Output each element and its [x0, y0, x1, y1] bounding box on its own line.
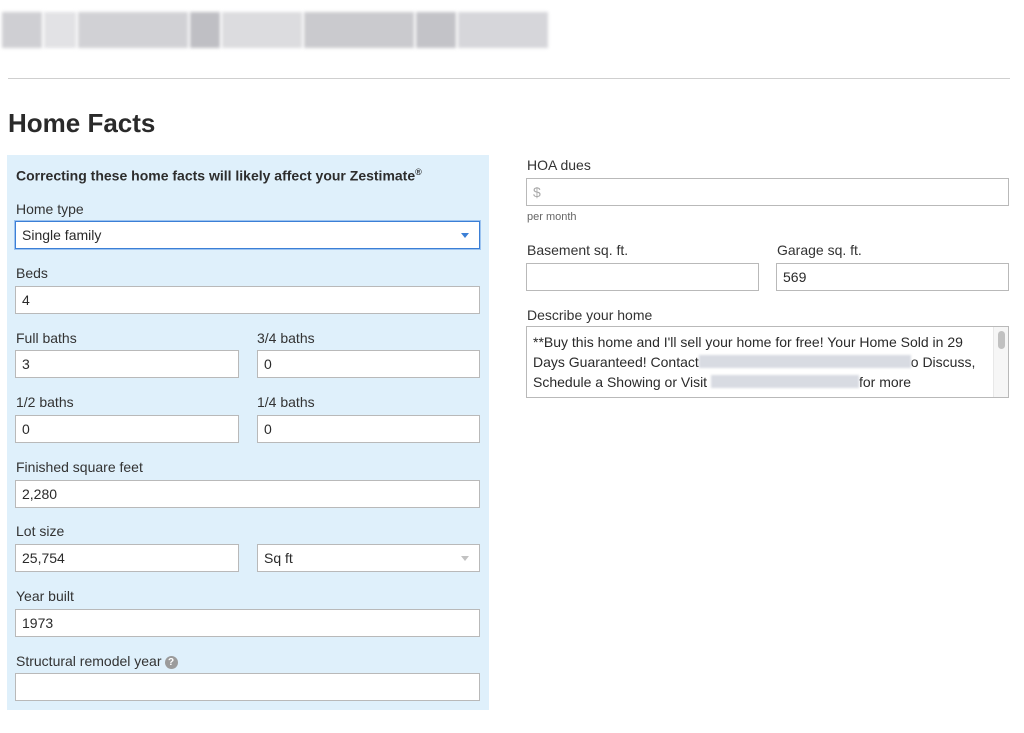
page: Home Facts Correcting these home facts w… — [0, 0, 1024, 733]
remodel-year-label-text: Structural remodel year — [16, 653, 162, 669]
describe-home-textarea[interactable]: **Buy this home and I'll sell your home … — [526, 326, 1009, 398]
help-icon[interactable]: ? — [164, 656, 178, 669]
panel-heading-text: Correcting these home facts will likely … — [16, 167, 416, 184]
beds-label: Beds — [16, 265, 48, 281]
lot-size-label: Lot size — [16, 523, 65, 539]
year-built-label: Year built — [16, 588, 74, 604]
hoa-dues-hint: per month — [527, 211, 577, 223]
header-divider — [8, 78, 1010, 79]
describe-home-text: **Buy this home and I'll sell your home … — [533, 332, 988, 392]
home-type-label: Home type — [16, 201, 84, 217]
garage-sqft-input[interactable] — [776, 263, 1009, 291]
registered-mark: ® — [415, 167, 422, 177]
lot-size-unit-value: Sq ft — [264, 550, 293, 566]
basement-sqft-label: Basement sq. ft. — [527, 242, 629, 258]
finished-sqft-label: Finished square feet — [16, 459, 143, 475]
lot-size-unit-select[interactable]: Sq ft — [257, 544, 480, 572]
redacted-website — [710, 375, 859, 388]
full-baths-input[interactable] — [15, 350, 239, 378]
remodel-year-label: Structural remodel year? — [16, 653, 178, 669]
panel-heading: Correcting these home facts will likely … — [16, 167, 422, 184]
redacted-contact — [698, 355, 911, 368]
full-baths-label: Full baths — [16, 330, 77, 346]
hoa-dues-label: HOA dues — [527, 157, 591, 173]
basement-sqft-input[interactable] — [526, 263, 759, 291]
chevron-down-icon — [461, 556, 469, 561]
quarter-baths-label: 1/4 baths — [257, 394, 315, 410]
description-line-3: Schedule a Showing or Visit for more — [533, 372, 988, 392]
description-line-2-start: Days Guaranteed! Contact — [533, 354, 699, 370]
remodel-year-input[interactable] — [15, 673, 480, 701]
garage-sqft-label: Garage sq. ft. — [777, 242, 862, 258]
three-quarter-baths-input[interactable] — [257, 350, 480, 378]
description-line-1: **Buy this home and I'll sell your home … — [533, 334, 963, 350]
lot-size-input[interactable] — [15, 544, 239, 572]
blurred-address-header — [0, 12, 600, 52]
home-type-value: Single family — [22, 227, 102, 243]
describe-home-label: Describe your home — [527, 307, 653, 323]
quarter-baths-input[interactable] — [257, 415, 480, 443]
three-quarter-baths-label: 3/4 baths — [257, 330, 315, 346]
description-line-3-end: for more — [858, 374, 912, 390]
textarea-scrollbar[interactable] — [993, 327, 1008, 397]
beds-input[interactable] — [15, 286, 480, 314]
year-built-input[interactable] — [15, 609, 480, 637]
description-line-2-end: o Discuss, — [910, 354, 976, 370]
hoa-dues-input[interactable] — [526, 178, 1009, 206]
page-title: Home Facts — [8, 108, 156, 138]
description-line-2: Days Guaranteed! Contact o Discuss, — [533, 352, 988, 372]
description-line-3-start: Schedule a Showing or Visit — [533, 374, 708, 390]
half-baths-input[interactable] — [15, 415, 239, 443]
home-facts-panel: Correcting these home facts will likely … — [7, 155, 489, 710]
scrollbar-thumb[interactable] — [998, 331, 1005, 349]
chevron-down-icon — [461, 233, 469, 238]
finished-sqft-input[interactable] — [15, 480, 480, 508]
half-baths-label: 1/2 baths — [16, 394, 74, 410]
home-type-select[interactable]: Single family — [15, 221, 480, 249]
